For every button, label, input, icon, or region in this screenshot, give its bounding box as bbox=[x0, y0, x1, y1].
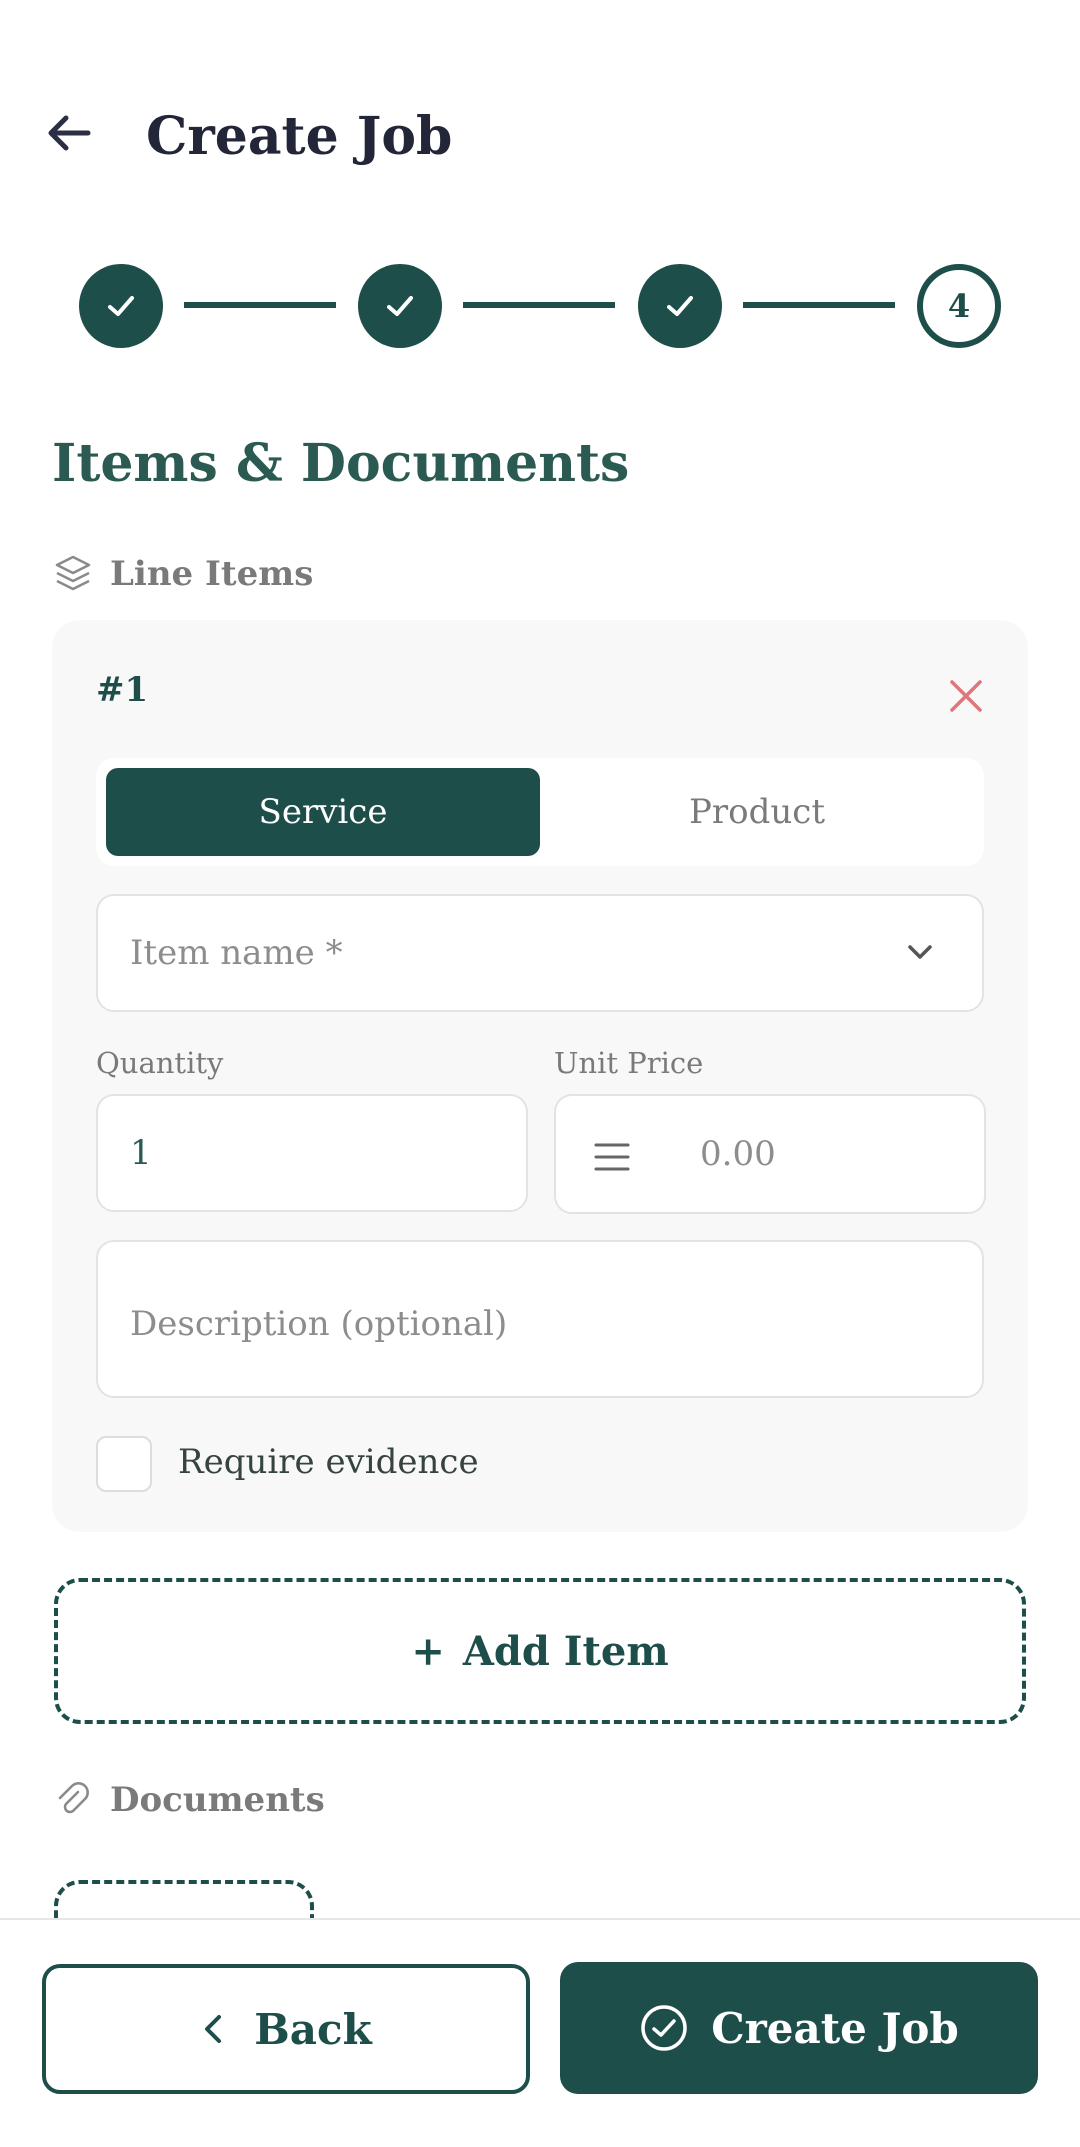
documents-label: Documents bbox=[110, 1780, 325, 1820]
check-icon bbox=[667, 296, 693, 316]
plus-icon: + bbox=[411, 1627, 445, 1675]
create-job-label: Create Job bbox=[711, 2003, 959, 2053]
type-service-tab[interactable]: Service bbox=[106, 768, 540, 856]
step-connector bbox=[743, 302, 895, 308]
item-type-toggle: Service Product bbox=[96, 758, 984, 866]
line-items-header: Line Items bbox=[54, 554, 313, 594]
check-icon bbox=[108, 296, 134, 316]
menu-lines-icon bbox=[594, 1143, 630, 1171]
step-connector bbox=[184, 302, 336, 308]
quantity-input[interactable]: 1 bbox=[96, 1094, 528, 1212]
section-title: Items & Documents bbox=[52, 433, 630, 494]
step-connector bbox=[463, 302, 615, 308]
step-4-label: 4 bbox=[947, 287, 971, 325]
item-name-select[interactable]: Item name * bbox=[96, 894, 984, 1012]
back-button-label: Back bbox=[254, 2004, 372, 2054]
step-3-complete bbox=[638, 264, 722, 348]
unit-price-input[interactable]: 0.00 bbox=[554, 1094, 986, 1214]
back-button[interactable]: Back bbox=[42, 1964, 530, 2094]
type-product-tab[interactable]: Product bbox=[540, 768, 974, 856]
description-textarea[interactable]: Description (optional) bbox=[96, 1240, 984, 1398]
create-job-button[interactable]: Create Job bbox=[560, 1962, 1038, 2094]
add-item-button[interactable]: + Add Item bbox=[54, 1578, 1026, 1724]
remove-item-close-icon[interactable] bbox=[944, 674, 988, 718]
check-icon bbox=[387, 296, 413, 316]
description-placeholder: Description (optional) bbox=[130, 1304, 508, 1344]
documents-header: Documents bbox=[54, 1780, 325, 1820]
quantity-value: 1 bbox=[130, 1133, 152, 1173]
layers-icon bbox=[55, 555, 91, 591]
item-name-placeholder: Item name * bbox=[130, 933, 343, 973]
line-items-label: Line Items bbox=[110, 554, 314, 594]
step-1-complete bbox=[79, 264, 163, 348]
chevron-down-icon bbox=[908, 945, 932, 959]
add-item-label: Add Item bbox=[462, 1627, 669, 1675]
quantity-label: Quantity bbox=[96, 1046, 224, 1080]
require-evidence-checkbox[interactable] bbox=[96, 1436, 152, 1492]
step-4-current: 4 bbox=[917, 264, 1001, 348]
page-title: Create Job bbox=[146, 106, 453, 167]
back-arrow-icon[interactable] bbox=[44, 108, 94, 158]
require-evidence-label: Require evidence bbox=[178, 1442, 479, 1482]
unit-price-label: Unit Price bbox=[554, 1046, 704, 1080]
chevron-left-icon bbox=[205, 2015, 222, 2043]
unit-price-placeholder: 0.00 bbox=[700, 1134, 776, 1174]
paperclip-icon bbox=[58, 1782, 89, 1814]
line-item-number: #1 bbox=[96, 670, 149, 710]
step-2-complete bbox=[358, 264, 442, 348]
check-circle-icon bbox=[641, 2005, 687, 2051]
